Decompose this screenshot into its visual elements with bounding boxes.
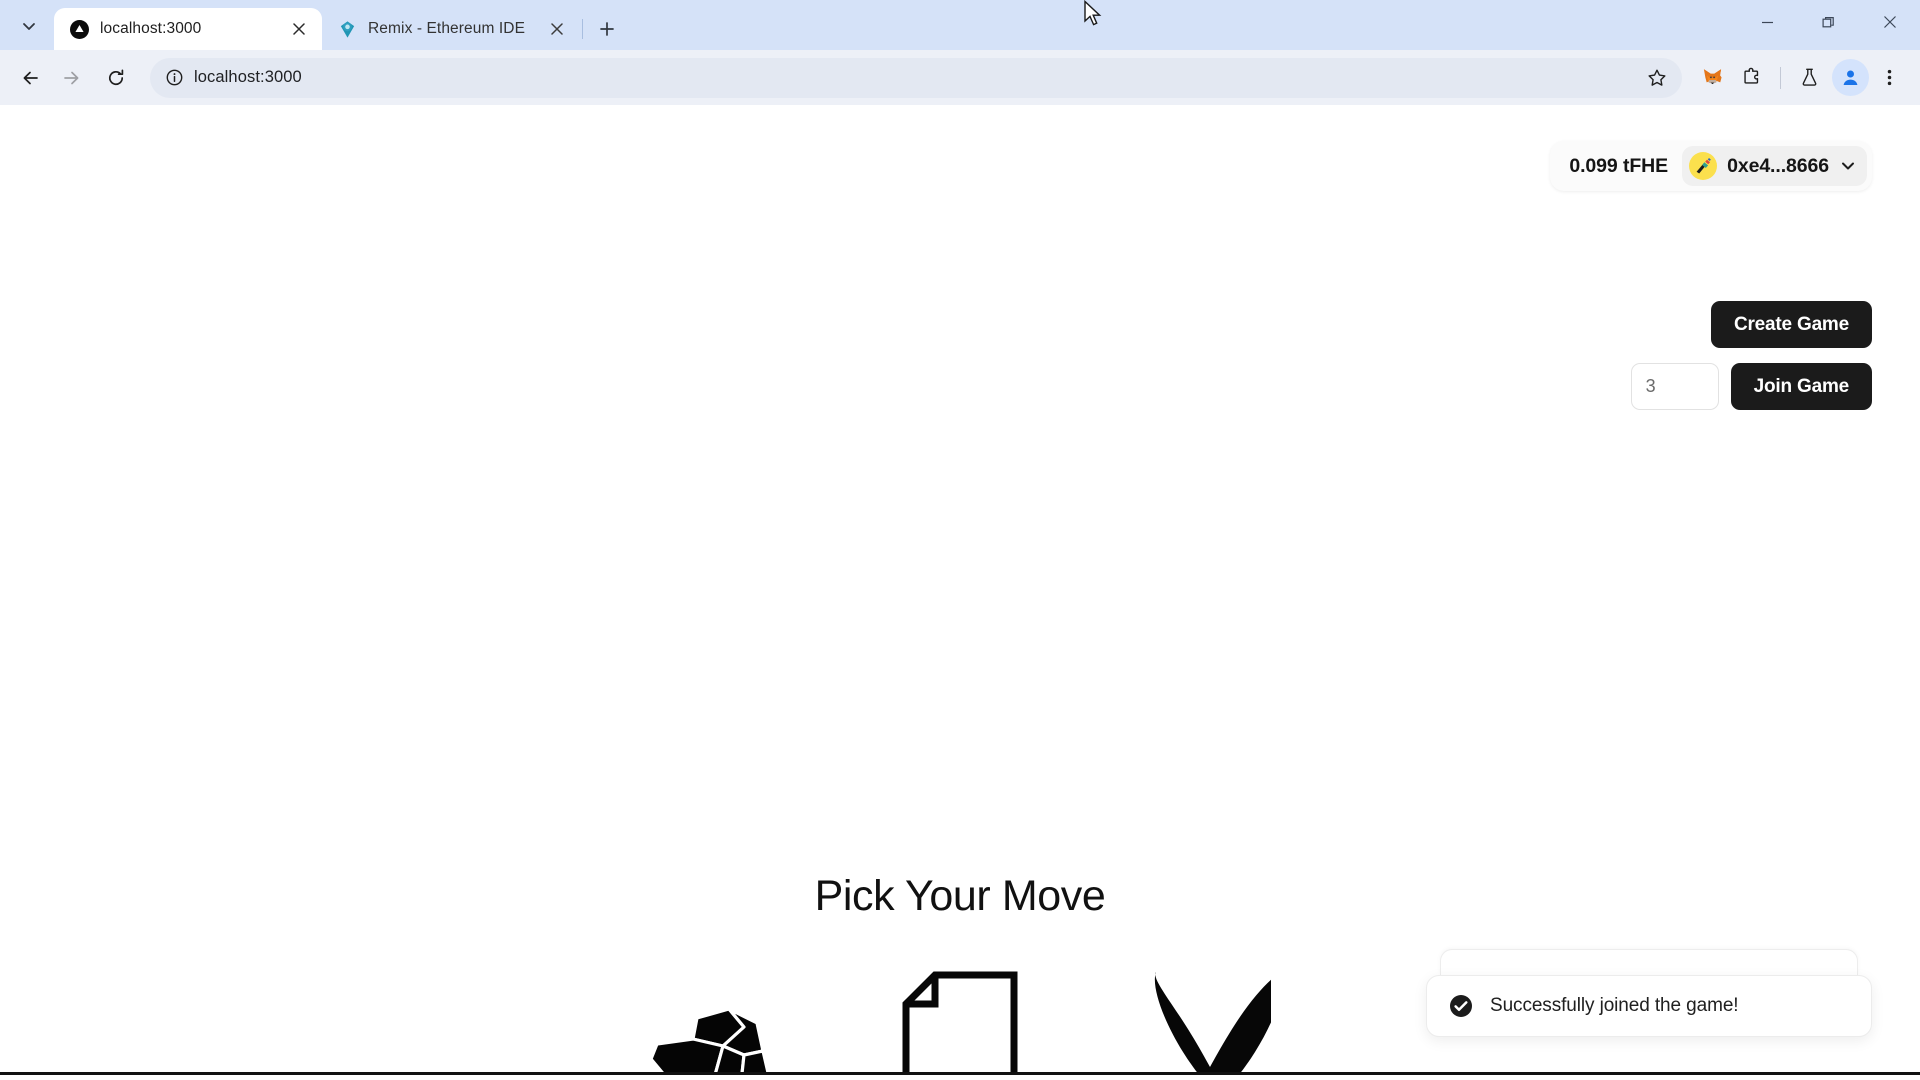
- rock-icon: [649, 1007, 771, 1075]
- toolbar-divider: [1780, 66, 1781, 89]
- address-bar-url[interactable]: localhost:3000: [194, 68, 1640, 87]
- close-icon[interactable]: [286, 16, 312, 42]
- paper-icon: [902, 971, 1018, 1075]
- remix-ide-icon: [340, 20, 355, 38]
- tab-search-list-icon[interactable]: [8, 5, 50, 47]
- page-bottom-border: [0, 1072, 1920, 1075]
- create-game-row: Create Game: [1710, 301, 1872, 348]
- join-game-button[interactable]: Join Game: [1730, 363, 1872, 410]
- browser-tab-localhost[interactable]: localhost:3000: [54, 8, 322, 50]
- browser-tab-title: localhost:3000: [100, 20, 202, 37]
- metamask-fox-icon[interactable]: [1694, 59, 1731, 96]
- move-options-row: [585, 958, 1335, 1075]
- forward-arrow-icon[interactable]: [52, 59, 90, 97]
- window-controls: [1737, 0, 1920, 44]
- move-option-rock[interactable]: [585, 958, 835, 1075]
- wallet-jazzicon: [1689, 152, 1718, 180]
- wallet-balance: 0.099 tFHE: [1569, 154, 1669, 177]
- flask-icon[interactable]: [1791, 59, 1828, 96]
- minimize-window-button[interactable]: [1737, 0, 1798, 44]
- toast-success[interactable]: Successfully joined the game!: [1426, 975, 1872, 1037]
- site-info-icon[interactable]: [158, 62, 190, 94]
- chevron-down-icon: [1842, 162, 1854, 170]
- back-arrow-icon[interactable]: [12, 59, 50, 97]
- toast-stacked-behind: [1440, 949, 1858, 975]
- game-id-input[interactable]: [1630, 363, 1719, 410]
- check-circle-icon: [1450, 995, 1472, 1017]
- page-title: Pick Your Move: [814, 872, 1106, 920]
- browser-tab-remix[interactable]: Remix - Ethereum IDE: [322, 8, 580, 50]
- wallet-connect-badge[interactable]: 0.099 tFHE 0xe4...8666: [1550, 141, 1872, 191]
- address-bar[interactable]: localhost:3000: [150, 57, 1682, 98]
- scissors-icon: [1154, 972, 1271, 1075]
- wallet-account-button[interactable]: 0xe4...8666: [1682, 146, 1867, 186]
- browser-toolbar: localhost:3000: [0, 50, 1920, 105]
- browser-window: localhost:3000 Remix - Ethereum IDE loca…: [0, 0, 1920, 1080]
- star-icon[interactable]: [1640, 61, 1674, 95]
- wallet-address: 0xe4...8666: [1727, 154, 1829, 177]
- vercel-triangle-icon: [70, 19, 89, 39]
- create-game-button[interactable]: Create Game: [1710, 301, 1872, 348]
- page-viewport: 0.099 tFHE 0xe4...8666 Create Game 3 Joi…: [0, 105, 1920, 1075]
- join-game-row: Join Game: [1630, 363, 1872, 410]
- browser-tab-title: Remix - Ethereum IDE: [368, 20, 526, 37]
- extensions-puzzle-icon[interactable]: [1733, 59, 1770, 96]
- profile-avatar-icon[interactable]: [1832, 59, 1869, 96]
- three-dot-menu-icon[interactable]: [1871, 59, 1908, 96]
- close-icon[interactable]: [544, 16, 570, 42]
- tab-divider: [582, 19, 583, 39]
- toast-stack: Successfully joined the game!: [1426, 949, 1872, 1037]
- close-window-button[interactable]: [1859, 0, 1920, 44]
- move-option-paper[interactable]: [835, 958, 1085, 1075]
- toast-message: Successfully joined the game!: [1490, 995, 1739, 1016]
- maximize-restore-window-button[interactable]: [1798, 0, 1859, 44]
- reload-icon[interactable]: [97, 59, 135, 97]
- new-tab-button[interactable]: [590, 12, 624, 46]
- move-option-scissors[interactable]: [1085, 958, 1335, 1075]
- tab-strip: localhost:3000 Remix - Ethereum IDE: [0, 0, 1920, 50]
